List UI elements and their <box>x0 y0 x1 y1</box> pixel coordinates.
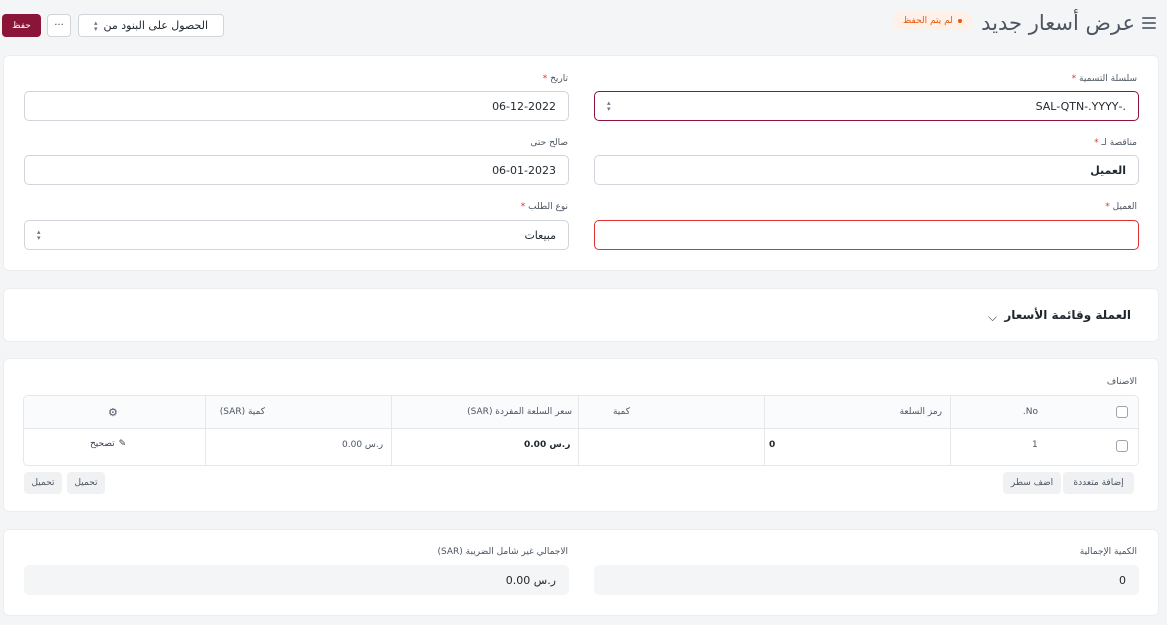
total-qty-value: 0 <box>1119 573 1126 587</box>
col-item-code: رمز السلعة <box>899 407 942 417</box>
date-label: تاريخ * <box>542 74 568 84</box>
select-all-checkbox[interactable] <box>1116 406 1128 418</box>
naming-series-label: سلسلة التسمية * <box>1071 74 1137 84</box>
order-type-value: مبيعات <box>524 228 556 242</box>
totals-card: الكمية الإجمالية 0 الاجمالي غير شامل الض… <box>3 529 1159 616</box>
get-items-label: الحصول على البنود من <box>103 19 208 32</box>
net-total-label: الاجمالي غير شامل الضريبة (SAR) <box>437 547 568 557</box>
page-title: عرض أسعار جديد <box>981 11 1135 35</box>
download-button[interactable]: تحميل <box>67 472 105 494</box>
valid-till-label: صالح حتى <box>530 138 568 148</box>
valid-till-field[interactable]: 06-01-2023 <box>24 155 569 185</box>
updown-icon: ▴ ▾ <box>94 18 98 33</box>
edit-label: تصحيح <box>90 439 115 449</box>
details-card: سلسلة التسمية * .-SAL-QTN-.YYYY ▴ ▾ مناقص… <box>3 55 1159 271</box>
items-table: No. رمز السلعة كمية سعر السلعة المفردة (… <box>23 395 1139 466</box>
chevron-down-icon[interactable]: ⌵ <box>988 310 997 325</box>
updown-icon: ▴ ▾ <box>37 228 41 242</box>
currency-price-list-section[interactable]: العملة وقائمة الأسعار ⌵ <box>3 288 1159 342</box>
net-total-value: ر.س 0.00 <box>505 573 556 587</box>
total-qty-field: 0 <box>594 565 1139 595</box>
add-row-button[interactable]: اضف سطر <box>1003 472 1061 494</box>
quotation-to-value: العميل <box>1090 163 1126 177</box>
edit-row-button[interactable]: ✎ تصحيح <box>90 439 126 449</box>
total-qty-label: الكمية الإجمالية <box>1079 547 1137 557</box>
customer-label: العميل * <box>1105 202 1137 212</box>
status-badge-text: لم يتم الحفظ <box>903 16 953 26</box>
col-qty: كمية <box>612 407 630 417</box>
valid-till-value: 06-01-2023 <box>492 163 556 177</box>
naming-series-value: .-SAL-QTN-.YYYY <box>1035 99 1126 113</box>
row-no: 1 <box>1032 440 1038 450</box>
naming-series-select[interactable]: .-SAL-QTN-.YYYY ▴ ▾ <box>594 91 1139 121</box>
quotation-to-field[interactable]: العميل <box>594 155 1139 185</box>
table-header: No. رمز السلعة كمية سعر السلعة المفردة (… <box>24 396 1138 429</box>
status-dot-icon <box>957 19 962 23</box>
order-type-label: نوع الطلب * <box>520 202 568 212</box>
section-title: العملة وقائمة الأسعار <box>1004 308 1131 322</box>
net-total-field: ر.س 0.00 <box>24 565 569 595</box>
save-button[interactable]: حفظ <box>2 14 41 37</box>
get-items-from-button[interactable]: الحصول على البنود من ▴ ▾ <box>78 14 224 37</box>
status-badge: لم يتم الحفظ <box>893 12 972 30</box>
add-multiple-button[interactable]: إضافة متعددة <box>1063 472 1134 494</box>
date-field[interactable]: 06-12-2022 <box>24 91 569 121</box>
col-no: No. <box>1022 407 1038 417</box>
col-amount: كمية (SAR) <box>219 407 265 417</box>
gear-icon[interactable]: ⚙ <box>108 406 118 419</box>
items-label: الاصناف <box>1106 377 1137 387</box>
updown-icon: ▴ ▾ <box>607 99 611 113</box>
table-row[interactable]: 1 0 ر.س 0.00 ر.س 0.00 ✎ تصحيح <box>24 429 1138 465</box>
more-actions-button[interactable]: ··· <box>47 14 71 37</box>
upload-button[interactable]: تحميل <box>24 472 62 494</box>
col-rate: سعر السلعة المفردة (SAR) <box>467 407 572 417</box>
items-card: الاصناف No. رمز السلعة كمية سعر السلعة ا… <box>3 358 1159 512</box>
customer-field[interactable] <box>594 220 1139 250</box>
row-checkbox[interactable] <box>1116 440 1128 452</box>
order-type-select[interactable]: مبيعات ▴ ▾ <box>24 220 569 250</box>
row-qty[interactable]: 0 <box>769 440 775 450</box>
row-amount: ر.س 0.00 <box>342 440 384 450</box>
quotation-to-label: مناقصة لـ * <box>1094 138 1137 148</box>
row-rate[interactable]: ر.س 0.00 <box>524 440 570 450</box>
pencil-icon: ✎ <box>118 439 127 449</box>
date-value: 06-12-2022 <box>492 99 556 113</box>
menu-icon[interactable] <box>1142 17 1156 31</box>
